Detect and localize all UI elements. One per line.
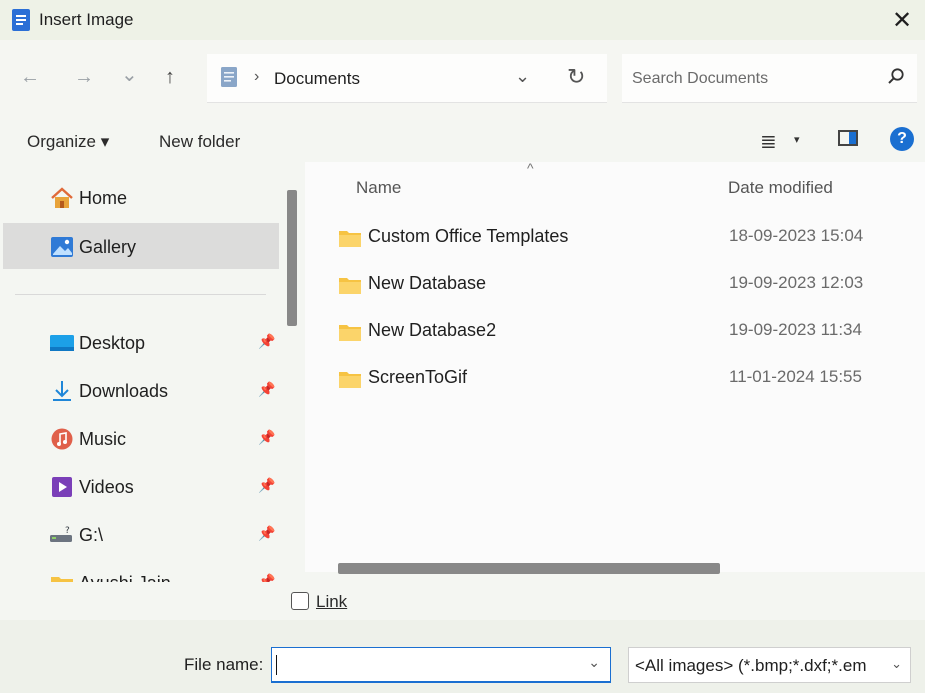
sidebar-item-label: G:\ bbox=[79, 525, 104, 545]
sidebar-item-label: Music bbox=[79, 429, 127, 449]
new-folder-button[interactable]: New folder bbox=[159, 132, 240, 152]
file-name-dropdown-button[interactable]: ⌄ bbox=[588, 654, 600, 671]
downloads-icon bbox=[53, 381, 71, 401]
chevron-down-icon[interactable]: ⌄ bbox=[887, 656, 902, 672]
folder-icon bbox=[339, 372, 361, 388]
navigation-bar: ← → ⌄ ↑ › Documents ⌄ ↻ Search Documents bbox=[0, 40, 925, 120]
sidebar-item-videos[interactable]: Videos 📌 bbox=[0, 463, 280, 509]
documents-icon bbox=[221, 67, 237, 87]
command-bar: Organize ▾ New folder ≣ ▾ ? bbox=[0, 120, 925, 162]
sidebar-item-downloads[interactable]: Downloads 📌 bbox=[0, 367, 280, 413]
file-name: New Database bbox=[368, 273, 487, 293]
sidebar-item-label: Ayushi Jain bbox=[79, 573, 171, 582]
search-box[interactable]: Search Documents bbox=[622, 54, 917, 103]
file-row-screentogif[interactable]: ScreenToGif 11-01-2024 15:55 bbox=[305, 359, 925, 399]
window-title: Insert Image bbox=[39, 10, 134, 29]
sidebar-item-desktop[interactable]: Desktop 📌 bbox=[0, 319, 280, 365]
file-row-new-database2[interactable]: New Database2 19-09-2023 11:34 bbox=[305, 312, 925, 352]
music-icon bbox=[51, 428, 73, 450]
drive-icon: ? bbox=[50, 526, 72, 542]
file-row-new-database[interactable]: New Database 19-09-2023 12:03 bbox=[305, 265, 925, 305]
file-date: 19-09-2023 12:03 bbox=[729, 273, 864, 292]
desktop-icon bbox=[50, 335, 74, 351]
search-icon[interactable] bbox=[887, 67, 905, 85]
sidebar-item-label: Desktop bbox=[79, 333, 146, 353]
file-name-input[interactable]: ⌄ bbox=[271, 647, 611, 683]
link-checkbox[interactable] bbox=[291, 592, 309, 610]
sort-ascending-icon: ^ bbox=[527, 160, 534, 176]
home-icon bbox=[51, 187, 73, 208]
file-name: ScreenToGif bbox=[368, 367, 468, 387]
address-dropdown-button[interactable]: ⌄ bbox=[515, 66, 530, 87]
sidebar-item-label: Downloads bbox=[79, 381, 169, 401]
videos-icon bbox=[52, 477, 72, 497]
sidebar-item-label: Home bbox=[79, 188, 128, 208]
refresh-button[interactable]: ↻ bbox=[567, 64, 585, 90]
folder-icon bbox=[339, 231, 361, 247]
sidebar-item-home[interactable]: Home bbox=[0, 174, 280, 220]
view-options-icon[interactable]: ≣ bbox=[760, 129, 777, 154]
close-button[interactable]: ✕ bbox=[879, 0, 925, 40]
file-name-label: File name: bbox=[184, 655, 264, 674]
back-button[interactable]: ← bbox=[20, 66, 40, 89]
file-list-horizontal-scrollbar[interactable] bbox=[338, 563, 720, 574]
view-options-caret[interactable]: ▾ bbox=[794, 133, 800, 146]
search-input[interactable]: Search Documents bbox=[632, 70, 768, 88]
pin-icon[interactable]: 📌 bbox=[258, 525, 275, 542]
folder-icon bbox=[339, 325, 361, 341]
help-icon[interactable]: ? bbox=[890, 127, 914, 151]
sidebar-scrollbar[interactable] bbox=[287, 190, 297, 326]
svg-text:?: ? bbox=[65, 526, 70, 536]
pin-icon[interactable]: 📌 bbox=[258, 429, 275, 446]
link-label-text: Link bbox=[316, 592, 348, 611]
footer-bar: File name: ⌄ <All images> (*.bmp;*.dxf;*… bbox=[0, 620, 925, 693]
file-date: 11-01-2024 15:55 bbox=[729, 367, 862, 386]
navigation-pane: Home Gallery Desktop 📌 Downloads 📌 Music… bbox=[0, 168, 300, 582]
file-date: 19-09-2023 11:34 bbox=[729, 320, 862, 339]
breadcrumb-separator: › bbox=[254, 68, 260, 85]
sidebar-item-label: Gallery bbox=[79, 237, 137, 257]
file-name: New Database2 bbox=[368, 320, 497, 340]
column-header-date[interactable]: Date modified bbox=[728, 178, 833, 198]
sidebar-item-gallery[interactable]: Gallery bbox=[3, 223, 279, 269]
pin-icon[interactable]: 📌 bbox=[258, 381, 275, 398]
file-type-filter-dropdown[interactable]: <All images> (*.bmp;*.dxf;*.em ⌄ bbox=[628, 647, 911, 683]
sidebar-item-label: Videos bbox=[79, 477, 134, 497]
address-bar[interactable]: › Documents ⌄ ↻ bbox=[207, 54, 607, 103]
gallery-icon bbox=[51, 237, 73, 257]
link-label[interactable]: Link bbox=[316, 592, 347, 612]
pin-icon[interactable]: 📌 bbox=[258, 333, 275, 350]
sidebar-item-drive-g[interactable]: ? G:\ 📌 bbox=[0, 511, 280, 557]
preview-pane-icon[interactable] bbox=[838, 130, 858, 146]
file-list: Name ^ Date modified Custom Office Templ… bbox=[305, 160, 925, 572]
file-date: 18-09-2023 15:04 bbox=[729, 226, 864, 245]
breadcrumb-documents[interactable]: Documents bbox=[274, 69, 360, 89]
file-row-custom-office-templates[interactable]: Custom Office Templates 18-09-2023 15:04 bbox=[305, 218, 925, 258]
sidebar-item-music[interactable]: Music 📌 bbox=[0, 415, 280, 461]
file-name: Custom Office Templates bbox=[368, 226, 569, 246]
forward-button[interactable]: → bbox=[74, 66, 94, 89]
folder-icon bbox=[51, 577, 73, 582]
file-type-filter-value: <All images> (*.bmp;*.dxf;*.em bbox=[635, 656, 867, 675]
recent-locations-button[interactable]: ⌄ bbox=[121, 62, 138, 87]
pin-icon[interactable]: 📌 bbox=[258, 573, 275, 582]
title-bar: Insert Image ✕ bbox=[0, 0, 925, 40]
organize-menu-button[interactable]: Organize ▾ bbox=[27, 132, 109, 152]
pin-icon[interactable]: 📌 bbox=[258, 477, 275, 494]
folder-icon bbox=[339, 278, 361, 294]
text-caret bbox=[276, 655, 277, 675]
sidebar-divider bbox=[15, 294, 266, 295]
word-doc-icon bbox=[12, 9, 30, 31]
column-header-name[interactable]: Name bbox=[356, 178, 401, 198]
column-header-name-label: Name bbox=[356, 178, 402, 197]
sidebar-item-user-folder[interactable]: Ayushi Jain 📌 bbox=[0, 559, 280, 582]
up-button[interactable]: ↑ bbox=[165, 66, 175, 89]
